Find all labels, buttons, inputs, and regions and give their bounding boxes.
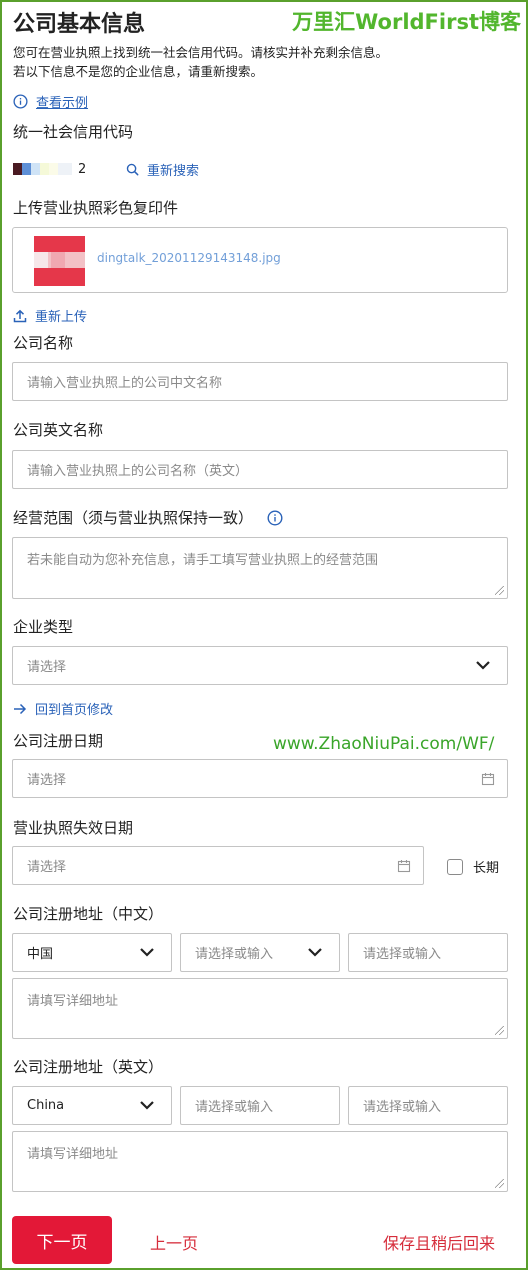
- search-icon: [126, 163, 139, 176]
- watermark-url: www.ZhaoNiuPai.com/WF/: [273, 734, 495, 754]
- address-cn-city-input[interactable]: 请选择或输入: [348, 933, 508, 972]
- company-name-label: 公司名称: [13, 334, 74, 352]
- watermark-text: 万里汇WorldFirst博客: [292, 10, 521, 34]
- upload-thumbnail: [21, 236, 85, 286]
- research-link[interactable]: 重新搜索: [126, 160, 199, 179]
- arrow-right-icon: [13, 703, 27, 715]
- chevron-down-icon: [139, 1099, 155, 1115]
- address-en-province-placeholder: 请选择或输入: [195, 1100, 274, 1115]
- business-scope-placeholder: 若未能自动为您补充信息，请手工填写营业执照上的经营范围: [27, 553, 379, 568]
- company-name-placeholder: 请输入营业执照上的公司中文名称: [27, 376, 223, 391]
- calendar-icon: [481, 772, 495, 790]
- reupload-link[interactable]: 重新上传: [13, 306, 87, 325]
- license-expiry-placeholder: 请选择: [27, 860, 67, 875]
- address-cn-detail-textarea[interactable]: 请填写详细地址: [12, 978, 508, 1039]
- company-name-en-label: 公司英文名称: [13, 421, 104, 439]
- license-expiry-input[interactable]: 请选择: [12, 846, 424, 885]
- save-later-button[interactable]: 保存且稍后回来: [383, 1230, 495, 1254]
- long-term-checkbox-row[interactable]: 长期: [447, 857, 499, 876]
- address-en-country-select[interactable]: China: [12, 1086, 172, 1125]
- view-example-label: 查看示例: [36, 96, 89, 111]
- address-en-city-placeholder: 请选择或输入: [363, 1100, 442, 1115]
- credit-code-value: 2: [13, 161, 86, 177]
- address-cn-city-placeholder: 请选择或输入: [363, 947, 442, 962]
- upload-filename: dingtalk_20201129143148.jpg: [97, 251, 281, 265]
- resize-handle-icon[interactable]: [495, 586, 504, 595]
- company-name-en-placeholder: 请输入营业执照上的公司名称（英文）: [27, 464, 249, 479]
- business-scope-label-row: 经营范围（须与营业执照保持一致）: [13, 507, 283, 528]
- page-border: [0, 0, 528, 1270]
- upload-icon: [13, 309, 27, 323]
- page-title: 公司基本信息: [13, 12, 146, 37]
- address-en-province-input[interactable]: 请选择或输入: [180, 1086, 340, 1125]
- address-en-detail-textarea[interactable]: 请填写详细地址: [12, 1131, 508, 1192]
- resize-handle-icon[interactable]: [495, 1026, 504, 1035]
- license-expiry-label: 营业执照失效日期: [13, 819, 134, 837]
- chevron-down-icon: [475, 659, 491, 675]
- back-to-home-label: 回到首页修改: [35, 703, 114, 718]
- view-example-link[interactable]: 查看示例: [13, 92, 88, 111]
- upload-label: 上传营业执照彩色复印件: [13, 199, 179, 217]
- long-term-checkbox[interactable]: [447, 858, 463, 875]
- reupload-label: 重新上传: [35, 310, 88, 325]
- company-type-placeholder: 请选择: [27, 660, 67, 675]
- address-cn-province-select[interactable]: 请选择或输入: [180, 933, 340, 972]
- resize-handle-icon[interactable]: [495, 1179, 504, 1188]
- intro-text: 您可在营业执照上找到统一社会信用代码。请核实并补充剩余信息。 若以下信息不是您的…: [13, 43, 518, 81]
- address-cn-province-placeholder: 请选择或输入: [195, 947, 274, 962]
- address-en-label: 公司注册地址（英文）: [13, 1058, 164, 1076]
- business-scope-textarea[interactable]: 若未能自动为您补充信息，请手工填写营业执照上的经营范围: [12, 537, 508, 599]
- address-cn-country-value: 中国: [27, 947, 54, 962]
- upload-box[interactable]: dingtalk_20201129143148.jpg: [12, 227, 508, 293]
- intro-line-1: 您可在营业执照上找到统一社会信用代码。请核实并补充剩余信息。: [13, 45, 389, 60]
- address-en-city-input[interactable]: 请选择或输入: [348, 1086, 508, 1125]
- company-type-label: 企业类型: [13, 618, 74, 636]
- intro-line-2: 若以下信息不是您的企业信息，请重新搜索。: [13, 64, 264, 79]
- registration-date-input[interactable]: 请选择: [12, 759, 508, 798]
- company-name-input[interactable]: 请输入营业执照上的公司中文名称: [12, 362, 508, 401]
- registration-date-label: 公司注册日期: [13, 732, 104, 750]
- chevron-down-icon: [139, 946, 155, 962]
- prev-page-button[interactable]: 上一页: [150, 1230, 198, 1254]
- company-type-select[interactable]: 请选择: [12, 646, 508, 685]
- address-cn-country-select[interactable]: 中国: [12, 933, 172, 972]
- info-icon: [13, 94, 28, 109]
- address-cn-label: 公司注册地址（中文）: [13, 905, 164, 923]
- credit-code-label: 统一社会信用代码: [13, 123, 134, 141]
- address-en-detail-placeholder: 请填写详细地址: [27, 1147, 119, 1162]
- long-term-label: 长期: [473, 861, 500, 876]
- business-scope-label: 经营范围（须与营业执照保持一致）: [13, 509, 254, 527]
- credit-code-suffix: 2: [78, 161, 87, 177]
- company-name-en-input[interactable]: 请输入营业执照上的公司名称（英文）: [12, 450, 508, 489]
- back-to-home-link[interactable]: 回到首页修改: [13, 699, 113, 718]
- registration-date-placeholder: 请选择: [27, 773, 67, 788]
- research-label: 重新搜索: [147, 164, 200, 179]
- address-en-country-value: China: [27, 1098, 65, 1113]
- next-page-button[interactable]: 下一页: [12, 1216, 112, 1264]
- address-cn-detail-placeholder: 请填写详细地址: [27, 994, 119, 1009]
- chevron-down-icon: [307, 946, 323, 962]
- calendar-icon: [397, 859, 411, 877]
- info-icon[interactable]: [267, 509, 283, 526]
